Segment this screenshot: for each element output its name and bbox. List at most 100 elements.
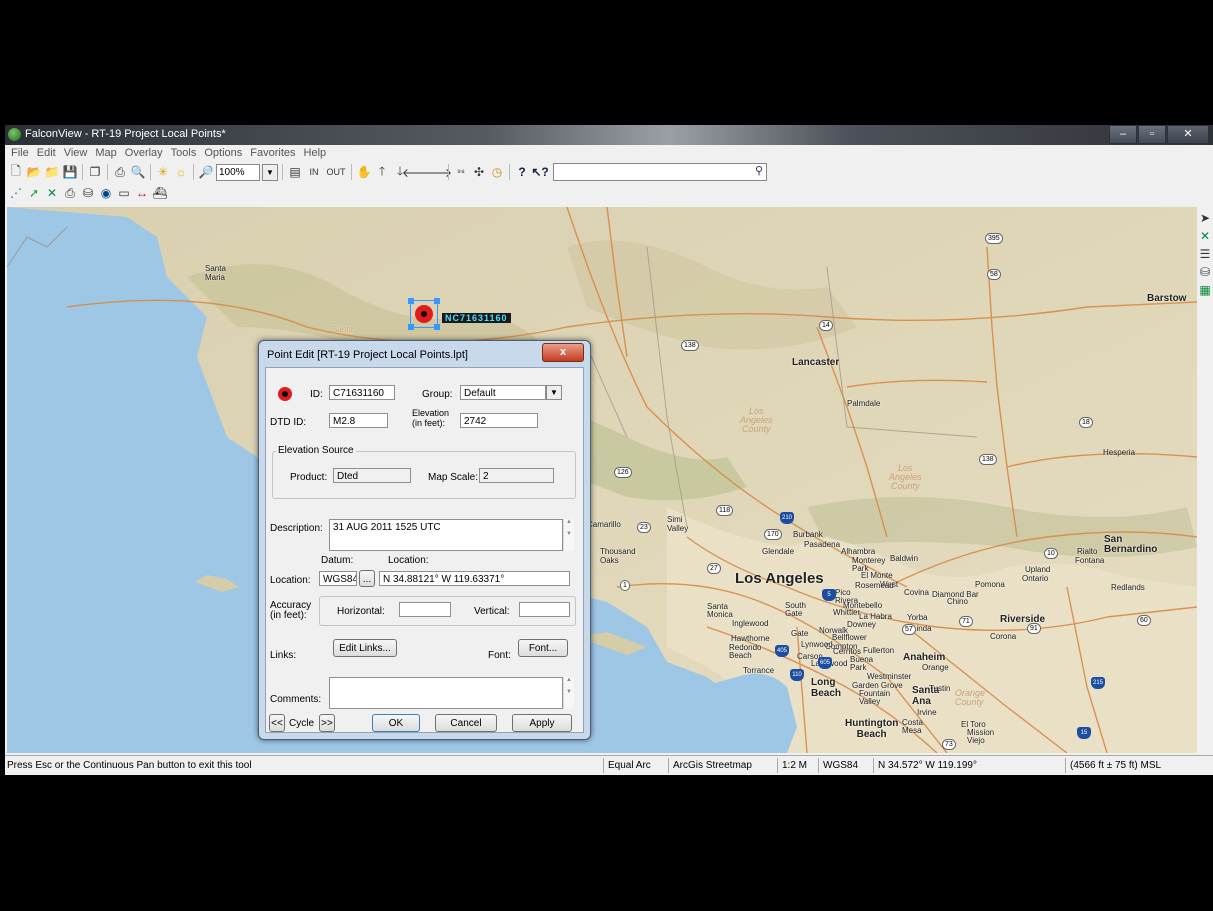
point-label[interactable]: NC71631160 (442, 313, 511, 323)
resize-handle[interactable] (434, 298, 440, 304)
search-icon[interactable]: ⚲ (755, 164, 763, 177)
description-field[interactable]: 31 AUG 2011 1525 UTC (329, 519, 563, 551)
ship-icon[interactable]: ⛴ (152, 185, 168, 201)
goto-icon[interactable]: ⁹⁸ (453, 164, 469, 180)
previous-button[interactable]: << (269, 714, 285, 732)
menu-map[interactable]: Map (91, 146, 120, 161)
dialog-close-button[interactable]: x (542, 343, 584, 362)
group-label: Group: (422, 389, 453, 400)
cancel-button[interactable]: Cancel (435, 714, 497, 732)
crossed-tools-icon[interactable]: ✕ (1200, 229, 1210, 243)
print-preview-icon[interactable]: 🔍 (130, 164, 146, 180)
maximize-button[interactable]: ▫ (1138, 125, 1166, 144)
help-icon[interactable]: ? (514, 164, 530, 180)
location-field[interactable]: N 34.88121° W 119.63371° (379, 571, 570, 586)
resize-handle[interactable] (408, 298, 414, 304)
scale-icon[interactable]: ▤ (287, 164, 303, 180)
menu-edit[interactable]: Edit (33, 146, 60, 161)
select-arrow-icon[interactable]: ➤ (1200, 211, 1210, 225)
next-button[interactable]: >> (319, 714, 335, 732)
stamp-icon[interactable]: ⛁ (1200, 265, 1210, 279)
place-barstow: Barstow (1147, 293, 1187, 304)
edit-links-button[interactable]: Edit Links... (333, 639, 397, 657)
search-input[interactable]: ⚲ (553, 163, 767, 181)
description-scrollbar[interactable]: ▲ ▼ (563, 519, 574, 551)
map-view[interactable]: Santa Maria Santa Lancaster Palmdale Bar… (7, 207, 1197, 753)
comments-scrollbar[interactable]: ▲ ▼ (563, 677, 574, 709)
minimize-button[interactable]: – (1109, 125, 1137, 144)
place-mission-viejo: Mission Viejo (967, 728, 995, 745)
measure-icon[interactable]: ↔ (134, 185, 150, 201)
save-icon[interactable]: 💾 (62, 164, 78, 180)
menu-tools[interactable]: Tools (167, 146, 201, 161)
elevation-field[interactable]: 2742 (460, 413, 538, 428)
point-icon (415, 305, 433, 323)
close-window-button[interactable]: ✕ (1167, 125, 1209, 144)
route-shield: 71 (959, 616, 973, 627)
menu-options[interactable]: Options (200, 146, 246, 161)
brightness-up-icon[interactable]: ☼ (173, 164, 189, 180)
print-icon[interactable]: ⎙ (112, 164, 128, 180)
chevron-down-icon[interactable]: ▼ (546, 385, 562, 400)
center-icon[interactable]: ✣ (471, 164, 487, 180)
menu-help[interactable]: Help (300, 146, 331, 161)
place-pasadena: Pasadena (804, 540, 841, 549)
dtd-id-field[interactable]: M2.8 (329, 413, 388, 428)
chevron-down-icon[interactable]: ▼ (262, 163, 278, 181)
menu-file[interactable]: File (7, 146, 33, 161)
resize-handle[interactable] (408, 324, 414, 330)
font-button[interactable]: Font... (518, 639, 568, 657)
printer-icon[interactable]: ⎙ (62, 185, 78, 201)
zoom-out-button[interactable]: OUT (325, 164, 347, 180)
arrow-right-icon[interactable]: 🡒 (420, 164, 452, 180)
new-file-icon[interactable]: 🗋 (8, 164, 24, 180)
route-shield: 170 (764, 529, 782, 540)
zoom-in-button[interactable]: IN (305, 164, 323, 180)
zoom-percent-select[interactable]: 100% (216, 163, 260, 181)
crossed-tools-icon[interactable]: ✕ (44, 185, 60, 201)
menu-overlay[interactable]: Overlay (121, 146, 167, 161)
open-folder-icon[interactable]: 📂 (26, 164, 42, 180)
datum-field[interactable]: WGS84 (319, 571, 357, 586)
main-toolbar: 🗋 📂 📁 💾 ❐ ⎙ 🔍 ✳ ☼ 🔎 100% ▼ ▤ IN OUT ✋ 🡑 … (5, 162, 767, 182)
context-help-icon[interactable]: ↖? (531, 164, 548, 180)
apply-button[interactable]: Apply (512, 714, 572, 732)
resize-handle[interactable] (434, 324, 440, 330)
place-redlands: Redlands (1111, 583, 1145, 592)
clock-icon[interactable]: ◷ (489, 164, 505, 180)
list-icon[interactable]: ☰ (1200, 247, 1211, 261)
id-field[interactable]: C71631160 (329, 385, 395, 400)
map-scale-label: Map Scale: (428, 472, 479, 483)
comments-field[interactable] (329, 677, 563, 709)
ok-button[interactable]: OK (372, 714, 420, 732)
add-point-icon[interactable]: ⋰ (8, 185, 24, 201)
place-hesperia: Hesperia (1103, 448, 1136, 457)
map-background (7, 207, 1197, 753)
app-icon (8, 128, 21, 141)
description-label: Description: (270, 523, 323, 534)
selected-point-marker[interactable] (408, 298, 440, 330)
pan-hand-icon[interactable]: ✋ (356, 164, 372, 180)
arrow-up-icon[interactable]: 🡑 (374, 164, 390, 180)
stamp-icon[interactable]: ⛁ (80, 185, 96, 201)
datum-browse-button[interactable]: ... (359, 570, 375, 587)
vertical-accuracy-field[interactable] (519, 602, 570, 617)
place-covina: Covina (904, 588, 929, 597)
menu-view[interactable]: View (60, 146, 92, 161)
place-redondo-beach: Redondo Beach (729, 643, 762, 660)
brightness-down-icon[interactable]: ✳ (155, 164, 171, 180)
place-lynwood: Lynwood (801, 640, 833, 649)
camera-icon[interactable]: ▭ (116, 185, 132, 201)
group-select[interactable]: Default (460, 385, 546, 400)
point-edit-dialog: Point Edit [RT-19 Project Local Points.l… (258, 340, 591, 740)
place-lancaster: Lancaster (792, 357, 840, 368)
menu-favorites[interactable]: Favorites (246, 146, 299, 161)
place-diamond-bar: Diamond Bar (932, 590, 979, 599)
zoom-icon[interactable]: 🔎 (198, 164, 214, 180)
eye-icon[interactable]: ◉ (98, 185, 114, 201)
pointer-icon[interactable]: ➚ (26, 185, 42, 201)
grid-icon[interactable]: ▦ (1199, 283, 1210, 297)
open-icon[interactable]: 📁 (44, 164, 60, 180)
copy-icon[interactable]: ❐ (87, 164, 103, 180)
horizontal-accuracy-field[interactable] (399, 602, 451, 617)
